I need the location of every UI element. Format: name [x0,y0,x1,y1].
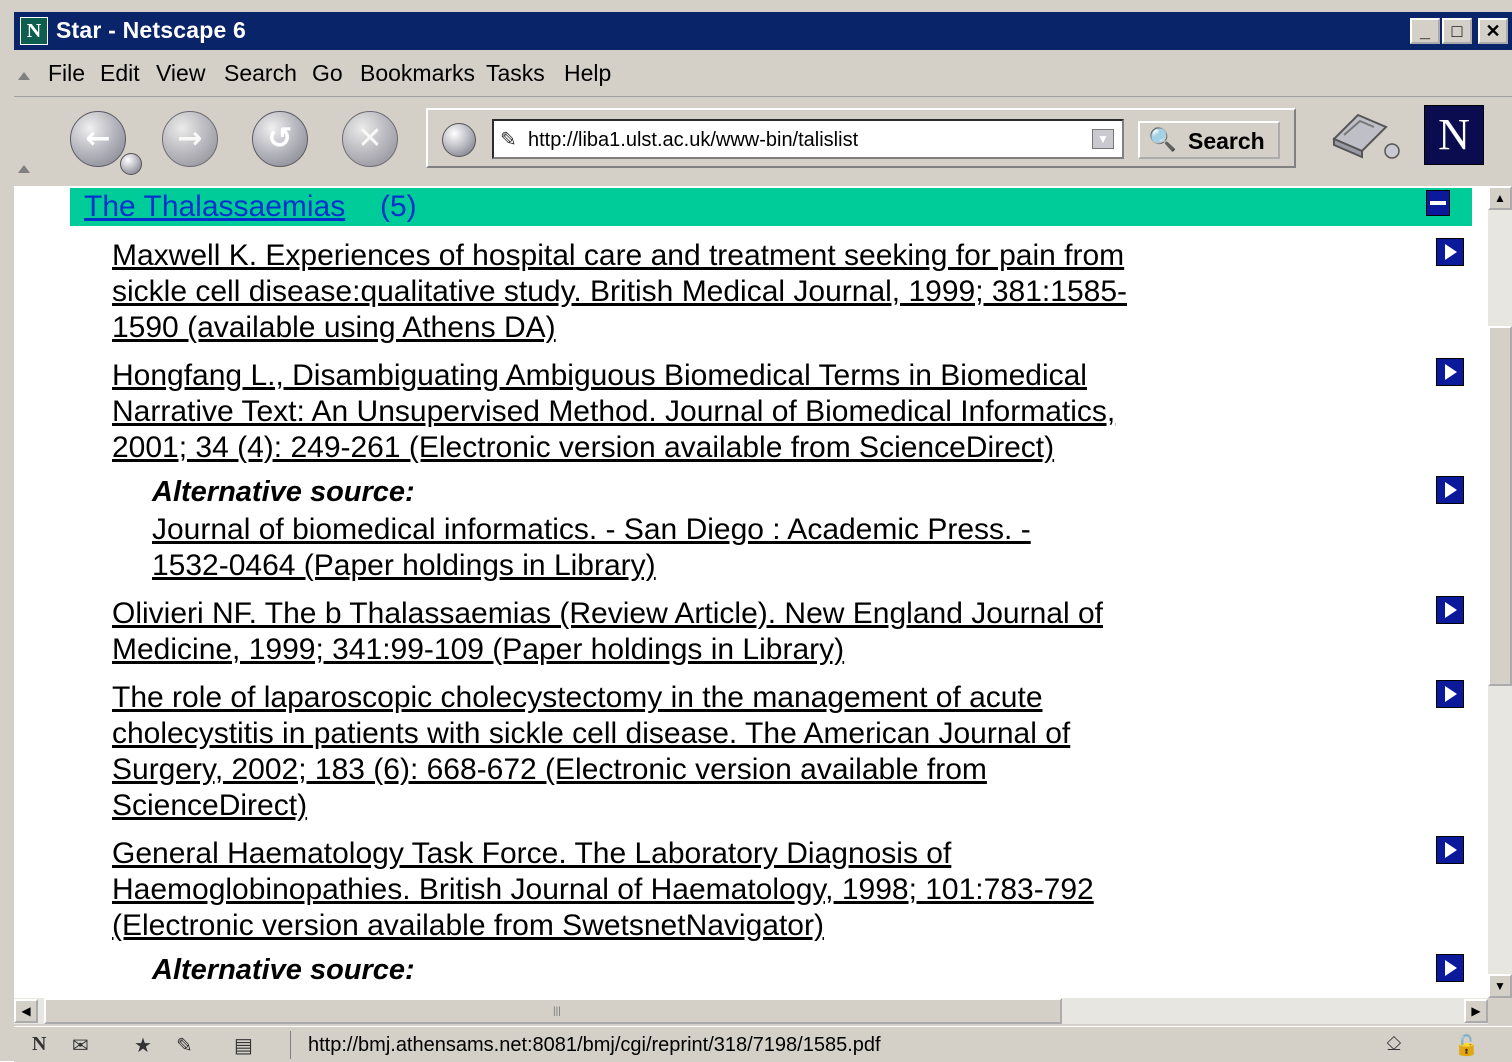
alternative-source-label: Alternative source: [152,954,415,986]
lock-icon[interactable]: 🔓 [1454,1033,1479,1058]
back-history-dropdown-icon[interactable] [120,153,142,175]
menu-bookmarks[interactable]: Bookmarks [360,60,475,87]
open-record-icon[interactable] [1436,238,1464,266]
close-button[interactable]: ✕ [1478,18,1508,44]
menu-edit[interactable]: Edit [100,60,140,87]
menubar-grip-icon[interactable] [18,72,30,80]
alternative-source-label: Alternative source: [152,476,415,508]
reference-item[interactable]: Hongfang L., Disambiguating Ambiguous Bi… [112,358,1172,466]
composer-icon[interactable]: ✎ [176,1033,193,1058]
reference-item[interactable]: Maxwell K. Experiences of hospital care … [112,238,1172,346]
horizontal-scroll-thumb[interactable]: ||| [44,998,1062,1024]
menu-bar: File Edit View Search Go Bookmarks Tasks… [14,52,1512,97]
print-icon[interactable] [1328,109,1400,159]
scroll-right-icon[interactable]: ▶ [1464,999,1488,1023]
vertical-scroll-thumb[interactable] [1488,326,1512,686]
open-record-icon[interactable] [1436,836,1464,864]
maximize-button[interactable]: □ [1442,18,1472,44]
page-content: The Thalassaemias (5) Maxwell K. Experie… [14,186,1488,998]
reference-item[interactable]: The role of laparoscopic cholecystectomy… [112,680,1172,824]
netscape-app-icon: N [20,17,48,45]
section-header: The Thalassaemias (5) [70,188,1472,226]
open-record-icon[interactable] [1436,358,1464,386]
scroll-down-icon[interactable]: ▼ [1488,974,1512,998]
address-book-icon[interactable]: ▤ [234,1033,253,1058]
horizontal-scrollbar[interactable]: ◀ ||| ▶ [14,998,1488,1024]
open-record-icon[interactable] [1436,954,1464,982]
mail-icon[interactable]: ✉ [72,1033,89,1058]
section-count: (5) [380,190,417,223]
menu-go[interactable]: Go [312,60,343,87]
scroll-left-icon[interactable]: ◀ [14,999,38,1023]
url-input[interactable]: ✎ http://liba1.ulst.ac.uk/www-bin/talisl… [492,119,1124,159]
section-title-link[interactable]: The Thalassaemias [84,190,345,224]
collapse-icon[interactable] [1426,190,1450,216]
menu-view[interactable]: View [156,60,205,87]
open-record-icon[interactable] [1436,476,1464,504]
bookmark-pin-icon[interactable]: ✎ [500,127,517,152]
vertical-scrollbar[interactable]: ▲ ▼ [1488,186,1512,998]
url-text[interactable]: http://liba1.ulst.ac.uk/www-bin/talislis… [528,129,858,152]
reference-link[interactable]: General Haematology Task Force. The Labo… [112,837,1094,942]
title-bar: N Star - Netscape 6 _ □ ✕ [14,12,1512,50]
stop-icon[interactable]: ✕ [342,111,398,167]
go-icon[interactable] [442,123,476,157]
navigation-toolbar: ← → ↺ ✕ ✎ http://liba1.ulst.ac.uk/www-bi… [14,97,1512,185]
reference-link[interactable]: Hongfang L., Disambiguating Ambiguous Bi… [112,359,1115,464]
menu-tasks[interactable]: Tasks [486,60,545,87]
navigator-icon[interactable]: N [32,1033,46,1056]
forward-icon[interactable]: → [162,111,218,167]
window-title: Star - Netscape 6 [56,17,247,43]
status-url-text: http://bmj.athensams.net:8081/bmj/cgi/re… [308,1034,881,1056]
open-record-icon[interactable] [1436,680,1464,708]
reference-item[interactable]: Olivieri NF. The b Thalassaemias (Review… [112,596,1172,668]
alternative-source-link[interactable]: Journal of biomedical informatics. - San… [152,512,1092,584]
toolbar-grip-icon[interactable] [18,165,30,173]
search-button[interactable]: 🔍 Search [1138,121,1280,159]
netscape-logo[interactable]: N [1424,105,1484,165]
back-icon[interactable]: ← [70,111,126,167]
open-record-icon[interactable] [1436,596,1464,624]
status-divider [290,1031,291,1059]
menu-help[interactable]: Help [564,60,611,87]
minimize-button[interactable]: _ [1410,18,1440,44]
reference-link[interactable]: The role of laparoscopic cholecystectomy… [112,681,1070,822]
url-dropdown-icon[interactable]: ▼ [1092,129,1114,149]
scroll-up-icon[interactable]: ▲ [1488,186,1512,210]
reference-item[interactable]: General Haematology Task Force. The Labo… [112,836,1172,944]
browser-window: N Star - Netscape 6 _ □ ✕ File Edit View… [0,0,1512,1062]
status-bar: N ✉ ★ ✎ ▤ http://bmj.athensams.net:8081/… [14,1026,1512,1062]
search-icon: 🔍 [1148,126,1177,152]
reference-link[interactable]: Olivieri NF. The b Thalassaemias (Review… [112,597,1103,666]
instant-messenger-icon[interactable]: ★ [134,1033,152,1058]
connection-icon: ⎐ [1386,1033,1402,1055]
menu-search[interactable]: Search [224,60,297,87]
reload-icon[interactable]: ↺ [252,111,308,167]
menu-file[interactable]: File [48,60,85,87]
search-button-label: Search [1188,128,1265,154]
reference-link[interactable]: Maxwell K. Experiences of hospital care … [112,239,1127,344]
